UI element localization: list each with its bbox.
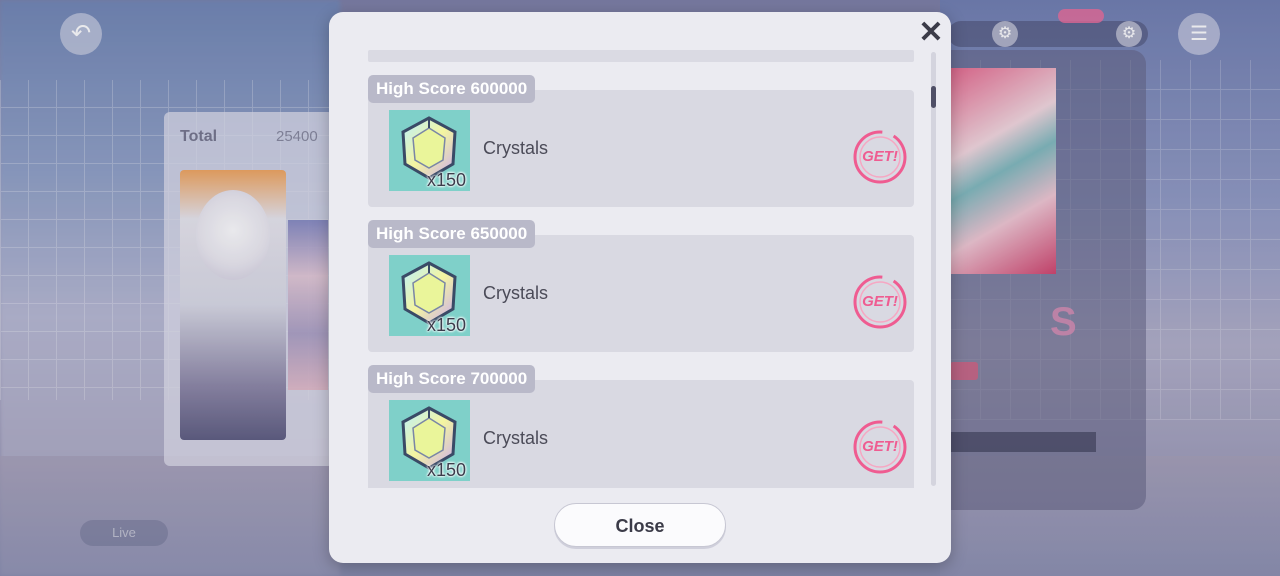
reward-item-tile[interactable]: x150 [389,110,470,191]
reward-quantity: x150 [426,170,466,190]
reward-status: GET! [862,148,898,165]
close-button[interactable]: Close [554,503,726,547]
reward-title: High Score 650000 [368,220,536,248]
reward-status: GET! [862,438,898,455]
reward-title: High Score 600000 [368,75,536,103]
reward-quantity: x150 [426,315,466,335]
reward-item-name: Crystals [483,283,549,303]
scrollbar-thumb[interactable] [931,86,936,108]
reward-item-tile[interactable]: x150 [389,255,470,336]
close-x-icon[interactable]: ✕ [917,18,945,48]
reward-title: High Score 700000 [368,365,536,393]
reward-item-name: Crystals [483,428,549,448]
reward-row: High Score 600000 x150 Crystals GET! [368,75,914,207]
rewards-scrollbar[interactable] [931,52,936,486]
reward-row: High Score 650000 x150 Crystals GET! [368,220,914,352]
list-top-divider [368,50,914,62]
rewards-list[interactable]: High Score 600000 x150 Crystals GET! Hig… [368,42,914,488]
reward-status: GET! [862,293,898,310]
reward-row: High Score 700000 x150 Crystals GET! [368,365,914,488]
get-stamp-icon: GET! [852,419,908,475]
get-stamp-icon: GET! [852,274,908,330]
reward-quantity: x150 [426,460,466,480]
reward-item-name: Crystals [483,138,549,158]
get-stamp-icon: GET! [852,129,908,185]
reward-item-tile[interactable]: x150 [389,400,470,481]
